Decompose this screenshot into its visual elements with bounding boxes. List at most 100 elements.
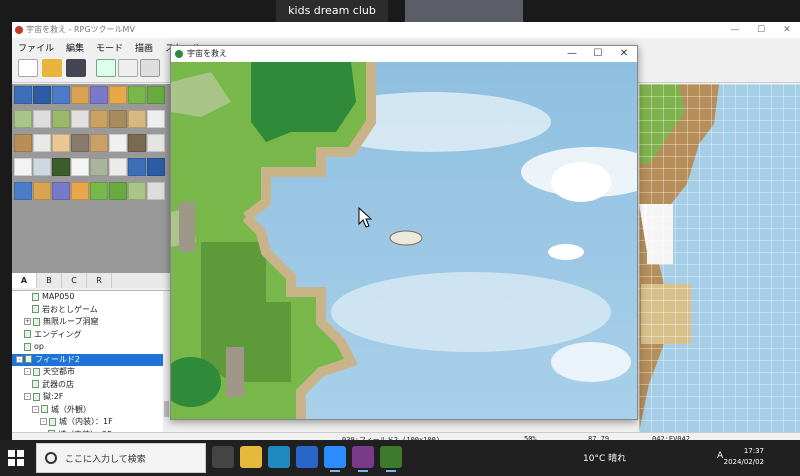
menu-draw[interactable]: 描画 (129, 39, 159, 55)
tile[interactable] (33, 134, 51, 152)
tab-b[interactable]: B (37, 273, 62, 288)
tree-item[interactable]: - 獄:2F (12, 391, 170, 404)
tile[interactable] (71, 86, 89, 104)
game-window[interactable]: 宇宙を救え — ☐ ✕ (170, 45, 638, 420)
task-view-icon[interactable] (212, 446, 234, 468)
tile[interactable] (128, 110, 146, 128)
tile[interactable] (147, 182, 165, 200)
close-button[interactable]: ✕ (774, 22, 800, 38)
mail-icon[interactable] (296, 446, 318, 468)
game-maximize-button[interactable]: ☐ (585, 46, 611, 62)
file-explorer-icon[interactable] (240, 446, 262, 468)
tile[interactable] (90, 134, 108, 152)
start-button[interactable] (8, 450, 24, 466)
taskbar-clock[interactable]: 17:37 2024/02/02 (724, 446, 764, 468)
tile[interactable] (147, 158, 165, 176)
tile[interactable] (147, 86, 165, 104)
menu-edit[interactable]: 編集 (60, 39, 90, 55)
maximize-button[interactable]: ☐ (748, 22, 774, 38)
copy-icon[interactable] (118, 59, 138, 77)
tile[interactable] (33, 158, 51, 176)
tile[interactable] (109, 158, 127, 176)
edge-browser-icon[interactable] (268, 446, 290, 468)
tree-item[interactable]: - 天空都市 (12, 366, 170, 379)
tree-item[interactable]: 岩おとしゲーム (12, 304, 170, 317)
tile[interactable] (90, 158, 108, 176)
tile[interactable] (71, 158, 89, 176)
game-minimize-button[interactable]: — (559, 46, 585, 62)
tile[interactable] (109, 110, 127, 128)
tab-r[interactable]: R (87, 273, 112, 288)
weather-widget[interactable]: 10°C 晴れ (583, 451, 626, 464)
tile[interactable] (147, 110, 165, 128)
tile[interactable] (52, 134, 70, 152)
map-icon (25, 355, 32, 363)
expander-icon[interactable]: + (24, 318, 31, 325)
tile[interactable] (14, 86, 32, 104)
tile[interactable] (109, 134, 127, 152)
tile[interactable] (14, 182, 32, 200)
menu-file[interactable]: ファイル (12, 39, 60, 55)
tile[interactable] (14, 110, 32, 128)
zoom-app-icon[interactable] (324, 446, 346, 472)
map-editor-canvas[interactable] (639, 84, 800, 432)
tile[interactable] (52, 182, 70, 200)
tile[interactable] (128, 86, 146, 104)
game-close-button[interactable]: ✕ (611, 46, 637, 62)
tree-scrollbar[interactable] (163, 291, 170, 432)
tile[interactable] (109, 182, 127, 200)
expander-icon[interactable]: - (24, 368, 31, 375)
tree-item[interactable]: - フィールド2 (12, 353, 170, 366)
tree-item[interactable]: MAP050 (12, 291, 170, 304)
tile[interactable] (33, 86, 51, 104)
paste-icon[interactable] (140, 59, 160, 77)
tile[interactable] (52, 158, 70, 176)
expander-icon[interactable]: - (16, 355, 23, 363)
menu-mode[interactable]: モード (90, 39, 129, 55)
tile[interactable] (128, 134, 146, 152)
tile[interactable] (14, 134, 32, 152)
tile[interactable] (90, 86, 108, 104)
game-app-icon[interactable] (380, 446, 402, 472)
expander-icon[interactable]: - (40, 418, 47, 425)
tab-c[interactable]: C (62, 273, 87, 288)
expander-icon[interactable]: - (32, 405, 39, 413)
tile[interactable] (90, 110, 108, 128)
tile[interactable] (52, 86, 70, 104)
tile[interactable] (128, 182, 146, 200)
map-grid (639, 84, 800, 432)
taskbar-search[interactable]: ここに入力して検索 (36, 443, 206, 473)
minimize-button[interactable]: — (722, 22, 748, 38)
tree-item[interactable]: - 城（内装）：1F (12, 416, 170, 429)
new-project-icon[interactable] (18, 59, 38, 77)
tree-item-label: エンディング (34, 329, 82, 339)
tile[interactable] (33, 110, 51, 128)
expander-icon[interactable]: - (24, 393, 31, 400)
save-icon[interactable] (66, 59, 86, 77)
tileset-palette[interactable] (12, 84, 170, 274)
tree-item[interactable]: op (12, 341, 170, 354)
tile[interactable] (71, 182, 89, 200)
rpgmaker-app-icon[interactable] (352, 446, 374, 472)
tile[interactable] (147, 134, 165, 152)
tile[interactable] (52, 110, 70, 128)
game-viewport[interactable] (171, 62, 637, 419)
tile[interactable] (128, 158, 146, 176)
tree-item[interactable]: - 城（外観） (12, 404, 170, 417)
tree-item[interactable]: エンディング (12, 329, 170, 342)
tile[interactable] (33, 182, 51, 200)
participant-tile-blurred[interactable] (405, 0, 523, 22)
open-folder-icon[interactable] (42, 59, 62, 77)
tile[interactable] (71, 110, 89, 128)
ime-indicator[interactable]: A (717, 451, 723, 461)
cut-icon[interactable] (96, 59, 116, 77)
zoom-participant-strip: kids dream club (0, 0, 800, 22)
tab-a[interactable]: A (12, 273, 37, 288)
tile[interactable] (71, 134, 89, 152)
tree-item[interactable]: 武器の店 (12, 379, 170, 392)
tree-item[interactable]: + 無限ループ洞窟 (12, 316, 170, 329)
tile[interactable] (90, 182, 108, 200)
tile[interactable] (14, 158, 32, 176)
search-icon (45, 452, 57, 464)
tile[interactable] (109, 86, 127, 104)
